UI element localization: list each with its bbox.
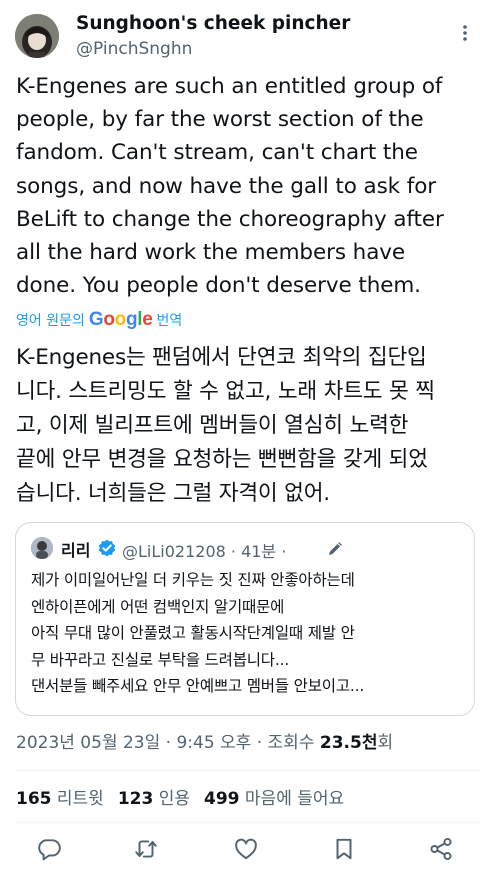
bookmark-icon[interactable] bbox=[331, 836, 357, 862]
google-logo-letter: o bbox=[103, 309, 115, 330]
heart-icon[interactable] bbox=[233, 836, 259, 862]
author-avatar[interactable] bbox=[15, 14, 59, 58]
tweet-line: done. You people don't deserve them. bbox=[16, 273, 421, 299]
quoted-line: 무 바꾸라고 진실로 부탁을 드려봅니다... bbox=[31, 650, 290, 669]
view-count-suffix: 회 bbox=[377, 733, 394, 753]
google-logo-letter: o bbox=[114, 309, 127, 330]
translated-line: 니다. 스트리밍도 할 수 없고, 노래 차트도 못 찍 bbox=[16, 379, 435, 404]
engagement-stats: 165 리트윗 123 인용 499 마음에 들어요 bbox=[16, 784, 344, 809]
quote-count: 123 bbox=[117, 789, 154, 809]
google-logo: Google bbox=[89, 309, 153, 330]
quoted-meta: @LiLi021208 · 41분 · bbox=[122, 538, 286, 562]
tweet-line: fandom. Can't stream, can't chart the bbox=[16, 140, 418, 166]
quoted-author-avatar bbox=[31, 537, 53, 559]
translated-line: K-Engenes는 팬덤에서 단연코 최악의 집단입 bbox=[16, 345, 427, 370]
tweet-line: BeLift to change the choreography after bbox=[16, 206, 444, 232]
quoted-line: 댄서분들 빼주세요 안무 안예쁘고 멤버들 안보이고... bbox=[31, 677, 365, 695]
translated-line: 습니다. 너희들은 그럴 자격이 없어. bbox=[16, 481, 330, 506]
quoted-line: 아직 무대 많이 안풀렸고 활동시작단계일때 제발 안 bbox=[31, 624, 355, 642]
google-logo-letter: G bbox=[88, 309, 104, 330]
divider bbox=[16, 770, 480, 771]
edit-pencil-icon bbox=[327, 541, 343, 557]
tweet-body: K-Engenes are such an entitled group of … bbox=[16, 70, 476, 302]
tweet-line: songs, and now have the gall to ask for bbox=[16, 173, 437, 199]
quoted-author-name: 리리 bbox=[61, 541, 91, 560]
tweet-header: Sunghoon's cheek pincher @PinchSnghn bbox=[0, 0, 480, 70]
divider bbox=[16, 822, 480, 823]
quoted-body: 제가 이미일어난일 더 키우는 짓 진짜 안좋아하는데 엔하이픈에게 어떤 컴백… bbox=[31, 567, 467, 700]
tweet-line: people, by far the worst section of the bbox=[16, 107, 424, 133]
retweet-count: 165 bbox=[16, 789, 52, 809]
action-bar bbox=[0, 832, 480, 868]
tweet-date-time[interactable]: 2023년 05월 23일 · 9:45 오후 · 조회수 bbox=[16, 733, 320, 753]
retweets-stat[interactable]: 165 리트윗 bbox=[16, 789, 104, 809]
translated-line: 끝에 안무 변경을 요청하는 뻔뻔함을 갖게 되었 bbox=[16, 447, 428, 472]
google-logo-letter: e bbox=[142, 309, 153, 330]
quoted-line: 제가 이미일어난일 더 키우는 짓 진짜 안좋아하는데 bbox=[31, 571, 355, 589]
translation-suffix: 번역 bbox=[156, 313, 183, 330]
quoted-time: · 41분 · bbox=[230, 542, 287, 561]
tweet-line: K-Engenes are such an entitled group of bbox=[16, 74, 443, 99]
translated-body: K-Engenes는 팬덤에서 단연코 최악의 집단입 니다. 스트리밍도 할 … bbox=[16, 341, 476, 511]
author-handle[interactable]: @PinchSnghn bbox=[76, 39, 192, 59]
verified-badge-icon bbox=[97, 538, 117, 558]
quoted-tweet[interactable]: 리리 @LiLi021208 · 41분 · 제가 이미일어난일 더 키우는 짓… bbox=[15, 522, 475, 716]
retweet-icon[interactable] bbox=[133, 836, 159, 862]
like-count: 499 bbox=[204, 789, 240, 809]
reply-icon[interactable] bbox=[36, 836, 62, 862]
like-label: 마음에 들어요 bbox=[244, 789, 345, 809]
share-icon[interactable] bbox=[428, 836, 454, 862]
quoted-handle: @LiLi021208 bbox=[122, 542, 226, 561]
google-logo-letter: g bbox=[125, 309, 138, 330]
translation-attribution[interactable]: 영어 원문의 Google 번역 bbox=[16, 309, 182, 333]
likes-stat[interactable]: 499 마음에 들어요 bbox=[204, 789, 344, 809]
view-count: 23.5천 bbox=[319, 733, 378, 753]
quoted-line: 엔하이픈에게 어떤 컴백인지 알기때문에 bbox=[31, 597, 285, 616]
tweet-line: all the hard work the members have bbox=[16, 240, 406, 266]
more-icon[interactable] bbox=[454, 22, 476, 44]
author-name[interactable]: Sunghoon's cheek pincher bbox=[76, 13, 350, 34]
quote-label: 인용 bbox=[158, 789, 191, 809]
quotes-stat[interactable]: 123 인용 bbox=[118, 789, 190, 809]
tweet-meta: 2023년 05월 23일 · 9:45 오후 · 조회수 23.5천회 bbox=[16, 728, 393, 753]
translated-line: 고, 이제 빌리프트에 멤버들이 열심히 노력한 bbox=[16, 413, 409, 438]
retweet-label: 리트윗 bbox=[56, 789, 104, 809]
translation-prefix: 영어 원문의 bbox=[16, 313, 85, 330]
